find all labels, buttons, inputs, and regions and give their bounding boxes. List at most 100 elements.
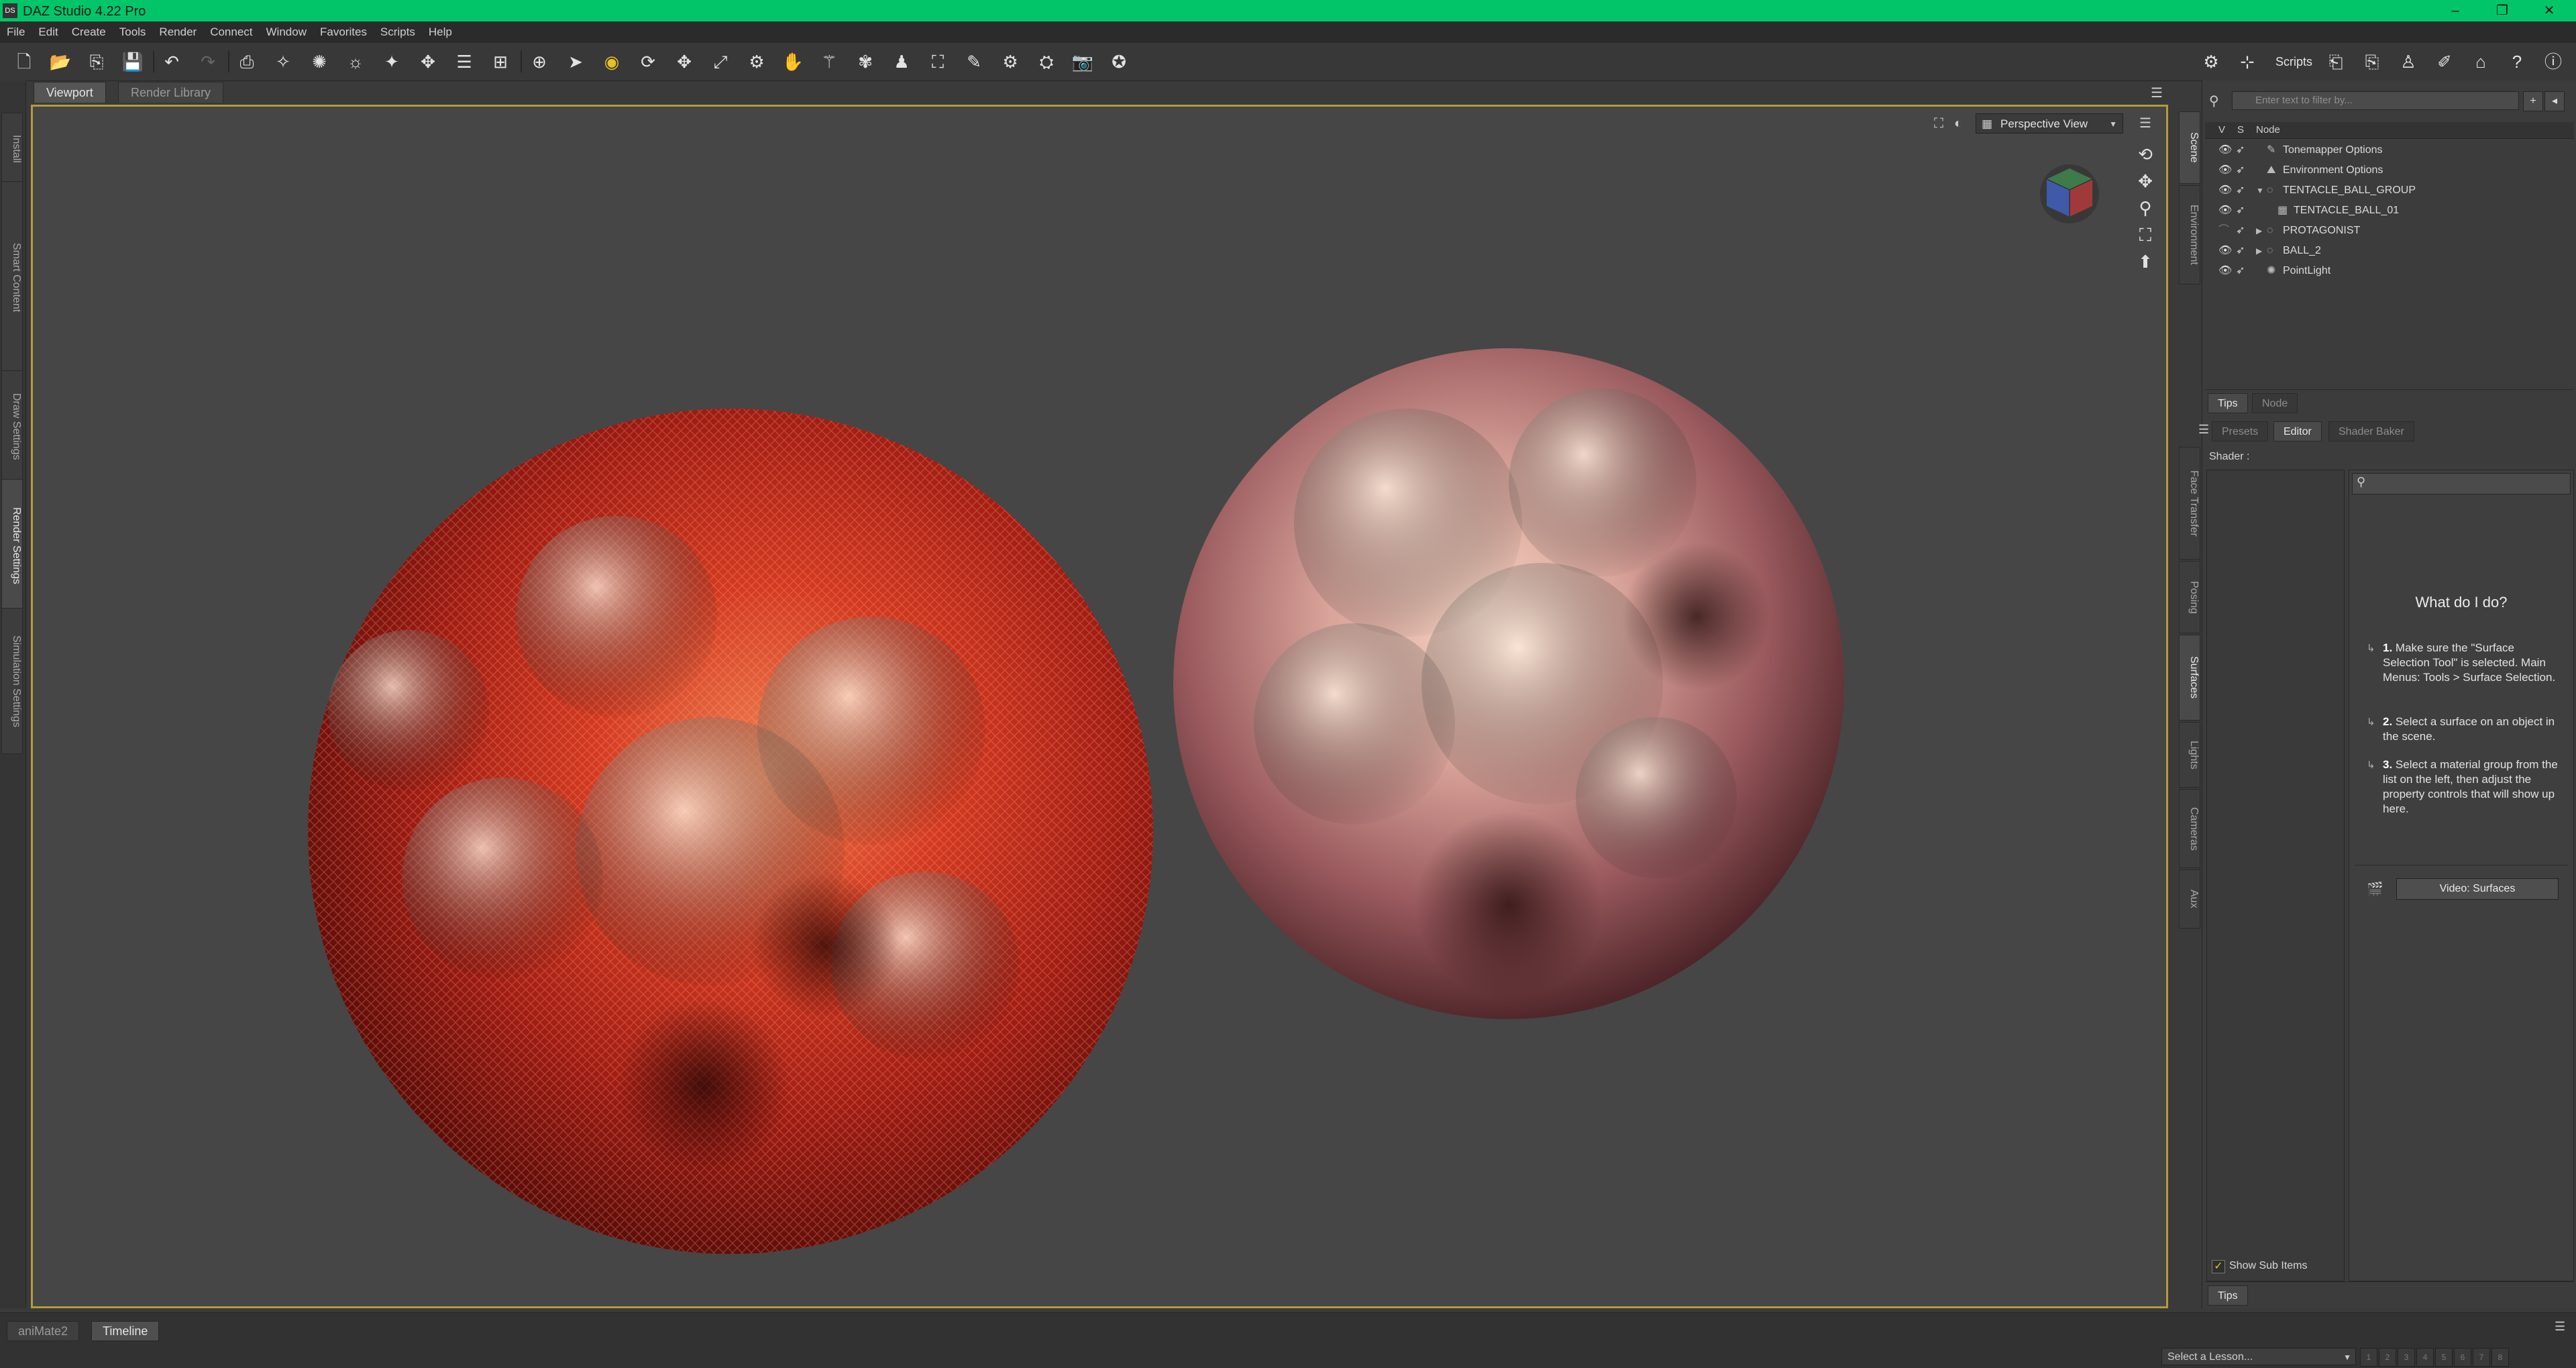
joint-editor-icon[interactable]: ⚙ xyxy=(743,48,770,75)
column-visible[interactable]: V xyxy=(2218,122,2225,138)
surfaces-options-icon[interactable]: ☰ xyxy=(2198,423,2209,437)
tab-cameras[interactable]: Cameras xyxy=(2179,789,2200,868)
camera-select-dropdown[interactable]: ▦ Perspective View ▼ xyxy=(1976,113,2123,134)
tab-simulation-settings[interactable]: Simulation Settings xyxy=(1,608,23,754)
pane-options-icon[interactable]: ☰ xyxy=(2151,85,2163,101)
camera-icon[interactable]: 📷 xyxy=(1069,48,1096,75)
bottom-options-icon[interactable]: ☰ xyxy=(2555,1320,2565,1334)
scale-icon[interactable]: ⤢ xyxy=(707,48,734,75)
tab-scene-node[interactable]: Node xyxy=(2252,393,2298,413)
tab-smart-content[interactable]: Smart Content xyxy=(1,181,23,374)
tab-timeline[interactable]: Timeline xyxy=(91,1321,160,1341)
tab-render-library[interactable]: Render Library xyxy=(118,82,224,103)
tab-lights[interactable]: Lights xyxy=(2179,722,2200,788)
menu-connect[interactable]: Connect xyxy=(203,21,259,43)
lesson-step[interactable]: 8 xyxy=(2491,1348,2509,1367)
expand-triangle-icon[interactable]: ▼ xyxy=(2256,181,2264,200)
reset-view-icon[interactable]: ⬆ xyxy=(2134,250,2157,273)
universal-tool-icon[interactable]: ⊕ xyxy=(526,48,553,75)
scene-filter-input[interactable]: Enter text to filter by... xyxy=(2232,91,2519,110)
visibility-eye-icon[interactable]: 👁 xyxy=(2218,181,2232,200)
add-icon[interactable]: + xyxy=(2523,91,2543,111)
lesson-step[interactable]: 6 xyxy=(2454,1348,2471,1367)
tab-render-settings[interactable]: Render Settings xyxy=(1,479,23,612)
splitter[interactable] xyxy=(2205,389,2574,392)
whats-this-icon[interactable]: ? xyxy=(2504,48,2530,75)
scene-node-row[interactable]: 👁 ➶ ▶ ◌ BALL_2 xyxy=(2205,242,2574,260)
undo-icon[interactable]: ↶ xyxy=(158,48,185,75)
lesson-step[interactable]: 4 xyxy=(2416,1348,2434,1367)
tab-animate2[interactable]: aniMate2 xyxy=(7,1321,80,1341)
visibility-eye-icon[interactable]: 👁 xyxy=(2218,161,2232,180)
viewport-layout-icon[interactable]: ⛶ xyxy=(1934,113,1951,134)
lesson-step[interactable]: 1 xyxy=(2360,1348,2377,1367)
orbit-icon[interactable]: ⟲ xyxy=(2134,143,2157,166)
selectable-arrow-icon[interactable]: ➶ xyxy=(2236,201,2245,220)
tab-environment[interactable]: Environment xyxy=(2179,185,2200,284)
tab-surfaces-tips[interactable]: Tips xyxy=(2208,1285,2248,1306)
scene-node-row[interactable]: 👁 ➶ ▼ ◌ TENTACLE_BALL_GROUP xyxy=(2205,181,2574,200)
expand-triangle-icon[interactable]: ▶ xyxy=(2256,221,2262,240)
scene-tool-icon[interactable]: ⚙ xyxy=(2198,48,2224,75)
hidden-eye-icon[interactable]: ⌒ xyxy=(2218,221,2229,240)
tab-viewport[interactable]: Viewport xyxy=(34,82,106,103)
visibility-eye-icon[interactable]: 👁 xyxy=(2218,262,2232,280)
selectable-arrow-icon[interactable]: ➶ xyxy=(2236,262,2245,280)
menu-favorites[interactable]: Favorites xyxy=(313,21,374,43)
scene-node-row[interactable]: 👁 ➶ ✺ PointLight xyxy=(2205,262,2574,280)
visibility-eye-icon[interactable]: 👁 xyxy=(2218,141,2232,160)
create-camera-icon[interactable]: ⎙ xyxy=(233,48,260,75)
surface-selection-icon[interactable]: ◉ xyxy=(598,48,625,75)
merge-icon[interactable]: ⎘ xyxy=(83,48,110,75)
column-selectable[interactable]: S xyxy=(2237,122,2244,138)
menu-file[interactable]: File xyxy=(0,21,32,43)
select-tool-icon[interactable]: ⊹ xyxy=(2234,48,2261,75)
light-tool-icon[interactable]: ✦ xyxy=(378,48,405,75)
render-settings-icon[interactable]: ⚙ xyxy=(997,48,1024,75)
menu-edit[interactable]: Edit xyxy=(32,21,64,43)
lesson-step[interactable]: 3 xyxy=(2398,1348,2415,1367)
tab-presets[interactable]: Presets xyxy=(2212,421,2269,441)
scripts-button[interactable]: Scripts xyxy=(2275,48,2312,75)
translate-icon[interactable]: ✥ xyxy=(671,48,698,75)
figure-setup-icon[interactable]: ♙ xyxy=(2395,48,2422,75)
point-light-icon[interactable]: ✺ xyxy=(306,48,333,75)
scene-node-row[interactable]: 👁 ➶ ⛰ Environment Options xyxy=(2205,161,2574,180)
view-cube[interactable] xyxy=(2037,159,2102,223)
spotlight-icon[interactable]: ✧ xyxy=(270,48,297,75)
tab-install[interactable]: Install xyxy=(1,113,23,185)
active-pose-icon[interactable]: ✋ xyxy=(780,48,806,75)
primitive-icon[interactable]: ✥ xyxy=(415,48,441,75)
export-icon[interactable]: ⎘ xyxy=(2359,48,2385,75)
pink-flesh-ball[interactable] xyxy=(1173,348,1844,1019)
tab-shader-baker[interactable]: Shader Baker xyxy=(2328,421,2414,441)
tab-scene[interactable]: Scene xyxy=(2179,111,2200,184)
node-selection-icon[interactable]: ➤ xyxy=(562,48,589,75)
region-navigator-icon[interactable]: ⛶ xyxy=(924,48,951,75)
menu-help[interactable]: Help xyxy=(422,21,459,43)
menu-window[interactable]: Window xyxy=(260,21,313,43)
pan-icon[interactable]: ✥ xyxy=(2134,170,2157,193)
expand-triangle-icon[interactable]: ▶ xyxy=(2256,242,2262,260)
menu-tools[interactable]: Tools xyxy=(113,21,153,43)
visibility-eye-icon[interactable]: 👁 xyxy=(2218,201,2232,220)
3d-viewport[interactable]: ⛶ ◐ ▦ Perspective View ▼ ☰ ⟲ ✥ ⚲ ⛶ ⬆ xyxy=(31,105,2168,1308)
visibility-eye-icon[interactable]: 👁 xyxy=(2218,242,2232,260)
selectable-arrow-icon[interactable]: ➶ xyxy=(2236,181,2245,200)
scene-node-row[interactable]: 👁 ➶ ▦ TENTACLE_BALL_01 xyxy=(2205,201,2574,220)
save-icon[interactable]: 💾 xyxy=(119,48,146,75)
scene-menu-icon[interactable]: ◂ xyxy=(2544,91,2565,111)
show-sub-items-checkbox[interactable]: ✓ xyxy=(2212,1260,2225,1273)
ik-chain-icon[interactable]: ⚚ xyxy=(816,48,843,75)
figure-icon[interactable]: ♟ xyxy=(888,48,915,75)
align-icon[interactable]: ☰ xyxy=(451,48,478,75)
open-icon[interactable]: 📂 xyxy=(47,48,74,75)
redo-icon[interactable]: ↷ xyxy=(195,48,221,75)
edit-icon[interactable]: ✐ xyxy=(2431,48,2458,75)
tab-posing[interactable]: Posing xyxy=(2179,561,2200,633)
scene-node-row[interactable]: 👁 ➶ ✎ Tonemapper Options xyxy=(2205,141,2574,160)
spot-render-icon[interactable]: ✎ xyxy=(961,48,987,75)
draw-style-icon[interactable]: ◐ xyxy=(1954,113,1972,134)
grid-icon[interactable]: ⊞ xyxy=(487,48,514,75)
viewport-options-icon[interactable]: ☰ xyxy=(2134,113,2157,134)
